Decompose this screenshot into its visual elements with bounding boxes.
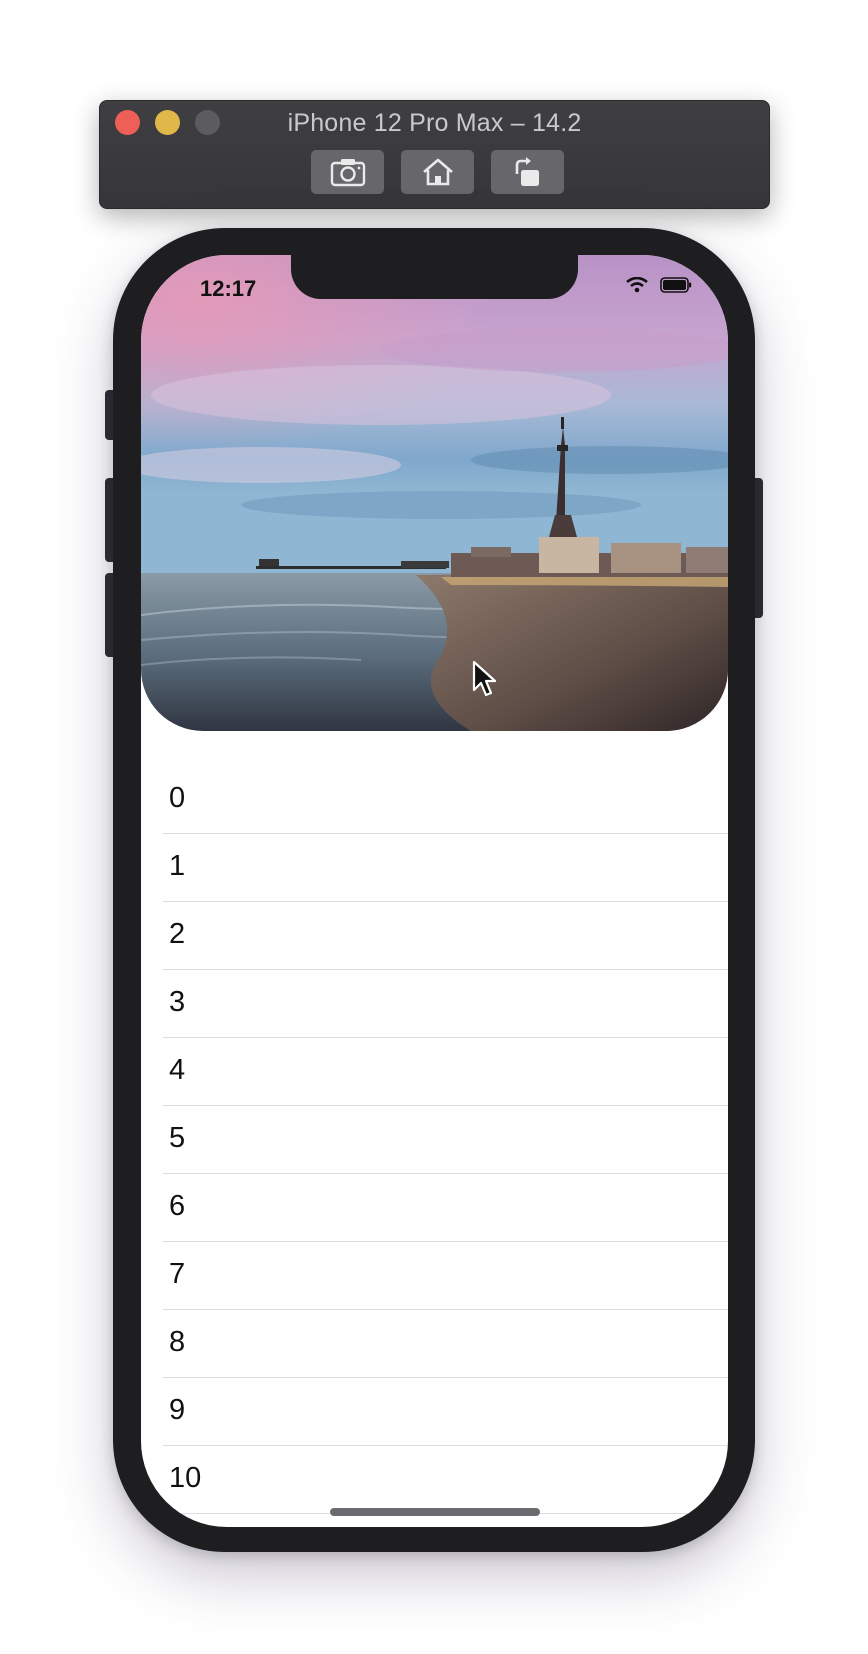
- status-time: 12:17: [200, 276, 257, 301]
- list-item[interactable]: 5: [141, 1106, 728, 1174]
- rotate-button[interactable]: [491, 150, 564, 194]
- screenshot-button[interactable]: [311, 150, 384, 194]
- list-item[interactable]: 4: [141, 1038, 728, 1106]
- list-item[interactable]: 8: [141, 1310, 728, 1378]
- home-indicator[interactable]: [330, 1508, 540, 1516]
- number-list: 0 1 2 3 4 5 6 7 8 9 10: [141, 766, 728, 1514]
- list-item[interactable]: 1: [141, 834, 728, 902]
- list-item[interactable]: 0: [141, 766, 728, 834]
- list-item[interactable]: 10: [141, 1446, 728, 1514]
- list-item-label: 7: [169, 1258, 186, 1290]
- battery-icon: [660, 277, 692, 293]
- list-item-label: 10: [169, 1462, 202, 1494]
- list-item-label: 1: [169, 850, 186, 882]
- simulator-window-bar: iPhone 12 Pro Max – 14.2: [99, 100, 770, 209]
- header-image: [141, 255, 728, 731]
- rotate-icon: [515, 157, 539, 186]
- list-item-label: 9: [169, 1394, 186, 1426]
- list-item-label: 3: [169, 986, 186, 1018]
- beach-pier-tower-photo: [141, 255, 728, 731]
- list-item[interactable]: 9: [141, 1378, 728, 1446]
- home-button[interactable]: [401, 150, 474, 194]
- list-item-label: 5: [169, 1122, 186, 1154]
- status-icons: [626, 277, 692, 293]
- list-item[interactable]: 6: [141, 1174, 728, 1242]
- device-notch: [291, 255, 578, 299]
- list-item-label: 6: [169, 1190, 186, 1222]
- camera-icon: [330, 159, 365, 187]
- list-item-label: 8: [169, 1326, 186, 1358]
- list-item[interactable]: 3: [141, 970, 728, 1038]
- device-screen: 12:17 0 1 2 3 4 5 6 7 8 9 10: [141, 255, 728, 1527]
- list-item[interactable]: 7: [141, 1242, 728, 1310]
- list-item[interactable]: 2: [141, 902, 728, 970]
- list-item-label: 0: [169, 782, 186, 814]
- simulator-title: iPhone 12 Pro Max – 14.2: [287, 109, 582, 137]
- mouse-cursor-icon: [472, 660, 497, 697]
- list-item-label: 2: [169, 918, 186, 950]
- home-icon: [422, 158, 453, 186]
- wifi-icon: [626, 277, 648, 293]
- list-item-label: 4: [169, 1054, 186, 1086]
